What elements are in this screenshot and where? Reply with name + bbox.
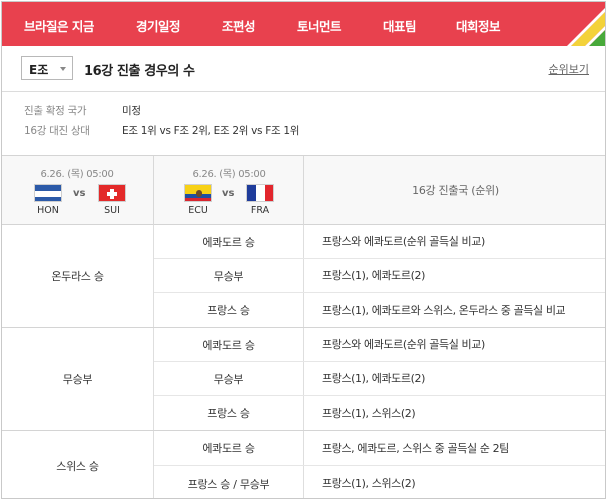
team-away: SUI [96, 184, 128, 216]
group-select-value: E조 [29, 63, 49, 77]
row-result: 프랑스(1), 에콰도르(2) [322, 372, 425, 385]
row-label: 프랑스 승 [154, 293, 304, 327]
nav-item-national-team[interactable]: 대표팀 [383, 16, 417, 35]
row-label: 에콰도르 승 [154, 225, 304, 258]
row-result: 프랑스(1), 에콰도르(2) [322, 269, 425, 282]
row-result: 프랑스(1), 스위스(2) [322, 477, 416, 490]
row-result: 프랑스와 에콰도르(순위 골득실 비교) [322, 338, 485, 351]
team-code: FRA [250, 205, 270, 216]
france-flag-icon [246, 184, 274, 202]
row-label: 무승부 [154, 362, 304, 395]
row-result: 프랑스, 에콰도르, 스위스 중 골득실 순 2팀 [322, 441, 509, 455]
team-home: HON [32, 184, 64, 216]
corner-stripes-icon [567, 8, 605, 46]
table-row: 프랑스 승 프랑스(1), 에콰도르와 스위스, 온두라스 중 골득실 비교 [154, 293, 605, 327]
table-row: 에콰도르 승 프랑스와 에콰도르(순위 골득실 비교) [154, 328, 605, 362]
table-row: 에콰도르 승 프랑스와 에콰도르(순위 골득실 비교) [154, 225, 605, 259]
row-label: 에콰도르 승 [154, 328, 304, 361]
team-code: SUI [104, 205, 120, 216]
scenario-panel: 브라질은 지금 경기일정 조편성 토너먼트 대표팀 대회정보 E조 16강 진출… [1, 1, 606, 499]
page-title: 16강 진출 경우의 수 [84, 64, 195, 79]
match-ecu-fra: 6.26. (목) 05:00 ECU vs FRA [154, 156, 304, 225]
row-label: 무승부 [154, 259, 304, 292]
row-label: 프랑스 승 / 무승부 [154, 466, 304, 498]
scenario-group: 스위스 승 에콰도르 승 프랑스, 에콰도르, 스위스 중 골득실 순 2팀 프… [2, 431, 605, 498]
match-date: 6.26. (목) 05:00 [192, 169, 266, 180]
standings-link[interactable]: 순위보기 [549, 61, 589, 77]
opponent-value: E조 1위 vs F조 2위, E조 2위 vs F조 1위 [122, 125, 300, 137]
confirmed-label: 진출 확정 국가 [24, 105, 87, 117]
row-result: 프랑스와 에콰도르(순위 골득실 비교) [322, 235, 485, 248]
match-date: 6.26. (목) 05:00 [40, 169, 114, 180]
qualification-info: 진출 확정 국가 미정 16강 대진 상대 E조 1위 vs F조 2위, E조… [2, 92, 605, 156]
match-hon-sui: 6.26. (목) 05:00 HON vs SUI [2, 156, 152, 225]
scenario-group-label: 스위스 승 [2, 431, 154, 498]
vs-label: vs [73, 188, 86, 199]
scenario-group-label: 무승부 [2, 328, 154, 430]
top-nav: 브라질은 지금 경기일정 조편성 토너먼트 대표팀 대회정보 [2, 2, 605, 46]
opponent-label: 16강 대진 상대 [24, 125, 90, 137]
confirmed-value: 미정 [122, 105, 141, 117]
nav-item-brazil-now[interactable]: 브라질은 지금 [24, 16, 94, 35]
scenario-header: E조 16강 진출 경우의 수 순위보기 [2, 46, 605, 92]
scenario-group: 온두라스 승 에콰도르 승 프랑스와 에콰도르(순위 골득실 비교) 무승부 프… [2, 225, 605, 328]
nav-item-tournament-info[interactable]: 대회정보 [456, 16, 501, 35]
vs-label: vs [222, 188, 235, 199]
row-result: 프랑스(1), 에콰도르와 스위스, 온두라스 중 골득실 비교 [322, 303, 566, 317]
table-row: 에콰도르 승 프랑스, 에콰도르, 스위스 중 골득실 순 2팀 [154, 431, 605, 466]
confirmed-row: 진출 확정 국가 미정 [24, 103, 141, 118]
table-row: 프랑스 승 프랑스(1), 스위스(2) [154, 396, 605, 430]
opponent-row: 16강 대진 상대 E조 1위 vs F조 2위, E조 2위 vs F조 1위 [24, 123, 299, 138]
table-row: 무승부 프랑스(1), 에콰도르(2) [154, 259, 605, 293]
team-home: ECU [182, 184, 214, 216]
table-row: 무승부 프랑스(1), 에콰도르(2) [154, 362, 605, 396]
row-label: 에콰도르 승 [154, 431, 304, 465]
row-label: 프랑스 승 [154, 396, 304, 430]
nav-item-groups[interactable]: 조편성 [222, 16, 256, 35]
nav-item-schedule[interactable]: 경기일정 [136, 16, 181, 35]
team-code: ECU [188, 205, 208, 216]
switzerland-flag-icon [98, 184, 126, 202]
table-row: 프랑스 승 / 무승부 프랑스(1), 스위스(2) [154, 466, 605, 498]
match-header-row: 6.26. (목) 05:00 HON vs SUI 6.26. (목) 05:… [2, 156, 605, 225]
nav-item-tournament[interactable]: 토너먼트 [297, 16, 342, 35]
qualifier-column-header: 16강 진출국 (순위) [412, 184, 499, 197]
scenario-group-label: 온두라스 승 [2, 225, 154, 327]
team-away: FRA [244, 184, 276, 216]
honduras-flag-icon [34, 184, 62, 202]
scenario-group: 무승부 에콰도르 승 프랑스와 에콰도르(순위 골득실 비교) 무승부 프랑스(… [2, 328, 605, 431]
chevron-down-icon [60, 67, 66, 71]
team-code: HON [37, 205, 59, 216]
group-select[interactable]: E조 [21, 56, 73, 80]
row-result: 프랑스(1), 스위스(2) [322, 406, 416, 420]
ecuador-flag-icon [184, 184, 212, 202]
